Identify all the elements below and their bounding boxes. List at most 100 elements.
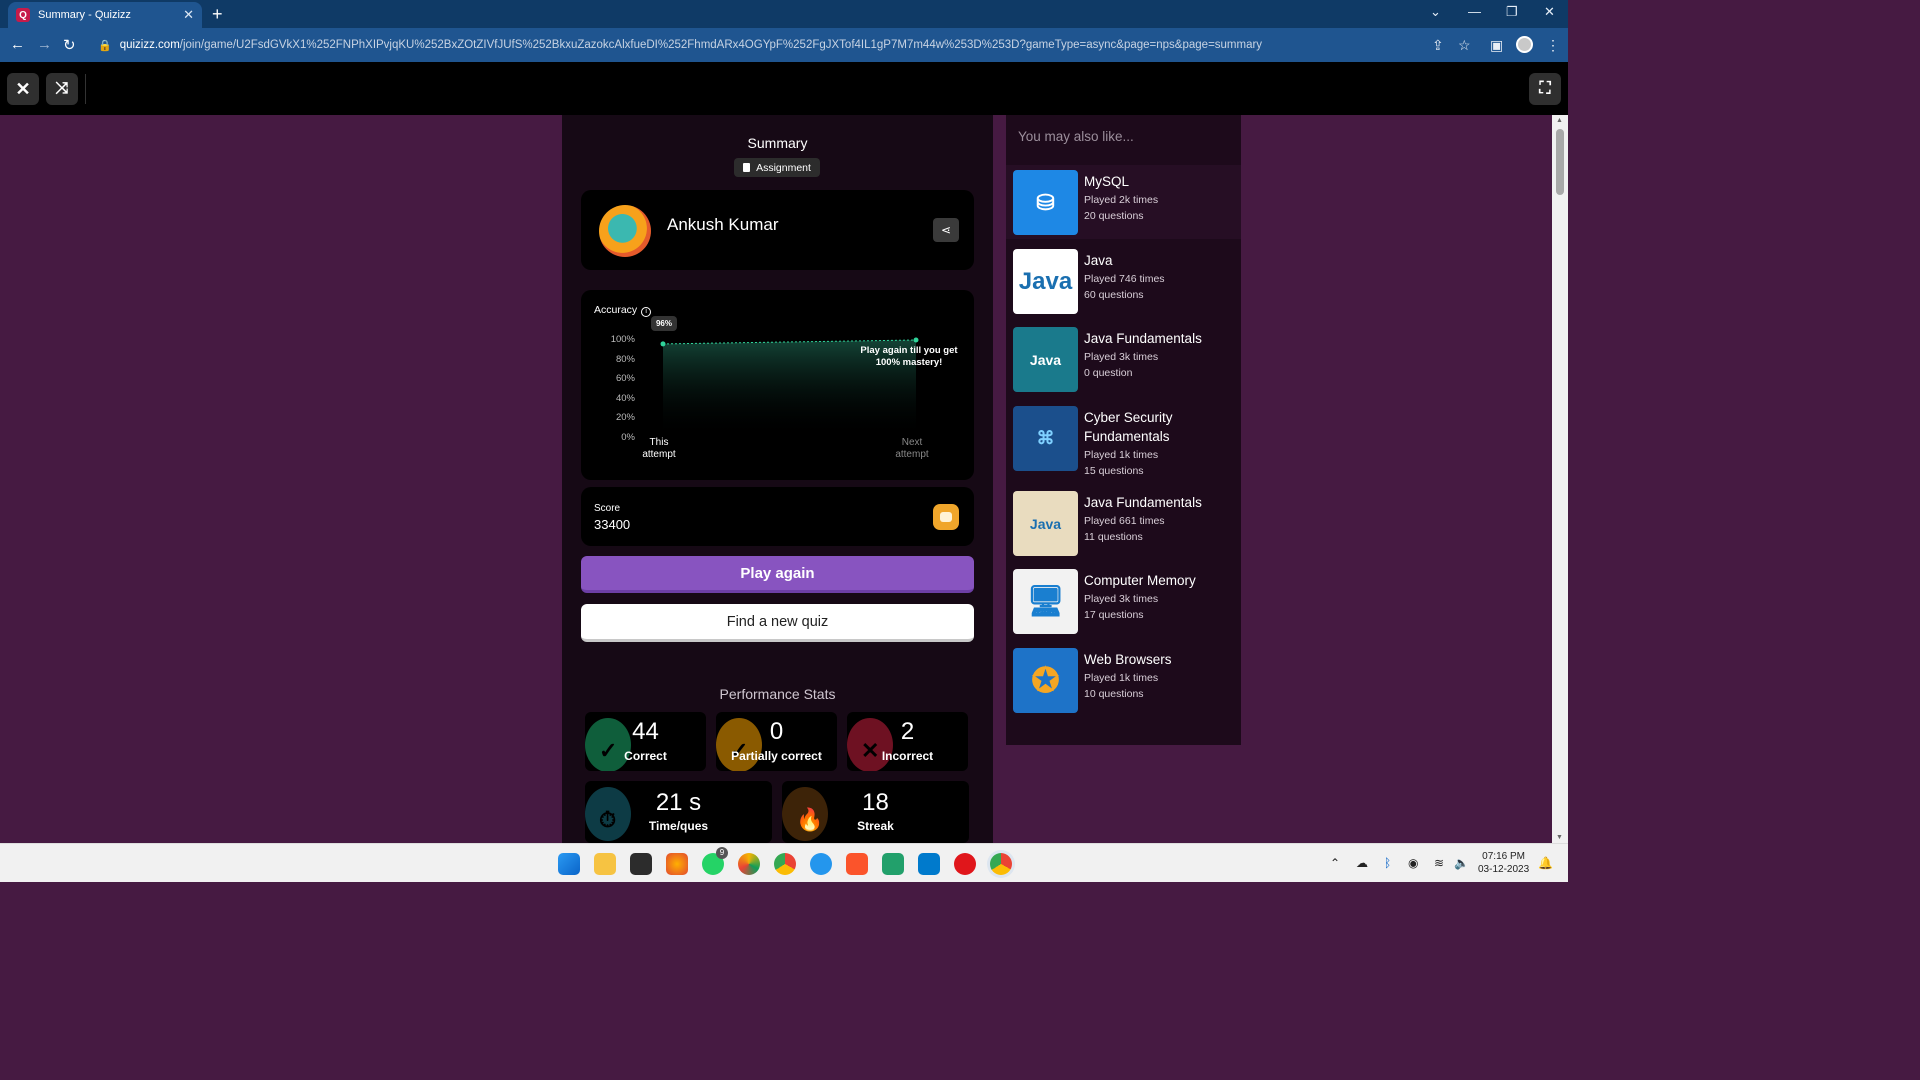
stat-correct: ✓ 44 Correct <box>585 712 706 771</box>
chrome-active-icon[interactable] <box>990 853 1012 875</box>
quiz-card-java[interactable]: Java Java Played 746 times 60 questions <box>1006 244 1241 318</box>
quiz-questions: 10 questions <box>1084 688 1144 700</box>
quiz-questions: 15 questions <box>1084 465 1144 477</box>
restore-icon[interactable]: ❐ <box>1506 4 1518 20</box>
x-label-next-attempt: Next attempt <box>895 437 929 460</box>
url-field[interactable]: 🔒 quizizz.com/join/game/U2FsdGVkX1%252FN… <box>98 34 1482 56</box>
terminal-icon[interactable] <box>630 853 652 875</box>
quiz-title: Java Fundamentals <box>1084 331 1202 346</box>
wifi-icon[interactable]: ≋ <box>1434 856 1444 870</box>
url-path: /join/game/U2FsdGVkX1%252FNPhXIPvjqKU%25… <box>179 39 1263 51</box>
sync-icon[interactable]: ☁ <box>1356 856 1368 870</box>
quiz-title: Java Fundamentals <box>1084 495 1202 510</box>
minimize-icon[interactable]: — <box>1468 4 1481 19</box>
reload-icon[interactable]: ↻ <box>63 36 76 54</box>
quiz-played: Played 1k times <box>1084 672 1159 684</box>
file-explorer-icon[interactable] <box>594 853 616 875</box>
stat-streak: 🔥 18 Streak <box>782 781 969 843</box>
chrome-canary-icon[interactable] <box>738 853 760 875</box>
performance-stats-title: Performance Stats <box>719 686 836 702</box>
quiz-questions: 60 questions <box>1084 289 1144 301</box>
firefox-icon[interactable] <box>666 853 688 875</box>
shuffle-icon[interactable]: ⤨ <box>46 73 78 105</box>
quiz-card-computer-memory[interactable]: 🖥 Computer Memory Played 3k times 17 que… <box>1006 564 1241 638</box>
scroll-up-icon[interactable]: ▲ <box>1556 117 1563 124</box>
quiz-played: Played 3k times <box>1084 351 1159 363</box>
coins-icon <box>933 504 959 530</box>
quiz-close-button[interactable]: ✕ <box>7 73 39 105</box>
scrollbar-thumb[interactable] <box>1556 129 1564 195</box>
quiz-title: Java <box>1084 253 1113 268</box>
stat-label: Time/ques <box>648 819 709 833</box>
vscode-icon[interactable] <box>918 853 940 875</box>
stat-label: Incorrect <box>881 749 934 763</box>
scroll-down-icon[interactable]: ▼ <box>1556 834 1563 841</box>
player-name: Ankush Kumar <box>667 215 779 234</box>
find-new-quiz-button[interactable]: Find a new quiz <box>581 604 974 642</box>
browser-menu-icon[interactable]: ⋮ <box>1546 37 1560 54</box>
score-card: Score 33400 <box>581 487 974 546</box>
database-icon: ⛁ <box>1013 170 1078 235</box>
stat-label: Partially correct <box>731 749 822 763</box>
stat-incorrect: ✕ 2 Incorrect <box>847 712 968 771</box>
quiz-card-java-fundamentals[interactable]: Java Java Fundamentals Played 3k times 0… <box>1006 322 1241 396</box>
quizizz-favicon-icon: Q <box>16 8 30 22</box>
profile-avatar-icon[interactable] <box>1516 36 1533 53</box>
quiz-card-cyber-security[interactable]: ⌘ Cyber Security Fundamentals Played 1k … <box>1006 401 1241 485</box>
quiz-played: Played 1k times <box>1084 449 1159 461</box>
tab-search-icon[interactable]: ⌄ <box>1430 4 1441 20</box>
share-page-icon[interactable]: ⇪ <box>1432 37 1444 54</box>
chrome-tray-icon[interactable]: ◉ <box>1408 856 1418 870</box>
share-icon: ⋖ <box>940 223 952 237</box>
play-again-button[interactable]: Play again <box>581 556 974 593</box>
browser-tab[interactable]: Q Summary - Quizizz ✕ <box>8 2 202 28</box>
windows-start-icon[interactable] <box>558 853 580 875</box>
clock-time: 07:16 PM <box>1482 851 1525 862</box>
stat-value: 44 <box>632 718 659 745</box>
stat-value: 2 <box>900 718 915 745</box>
brave-icon[interactable] <box>846 853 868 875</box>
quiz-played: Played 746 times <box>1084 273 1165 285</box>
volume-icon[interactable]: 🔈 <box>1454 856 1469 870</box>
tray-chevron-icon[interactable]: ⌃ <box>1330 856 1340 870</box>
quiz-title: Web Browsers <box>1084 652 1172 667</box>
opera-icon[interactable] <box>954 853 976 875</box>
close-tab-icon[interactable]: ✕ <box>183 7 194 23</box>
java-logo-icon: Java <box>1013 491 1078 556</box>
chrome-icon[interactable] <box>774 853 796 875</box>
lock-icon: 🔒 <box>98 39 112 52</box>
network-diagram-icon: ⌘ <box>1013 406 1078 471</box>
notification-badge: 9 <box>716 847 728 859</box>
notifications-icon[interactable]: 🔔 <box>1538 856 1553 870</box>
bookmark-star-icon[interactable]: ☆ <box>1458 37 1471 54</box>
bluetooth-icon[interactable]: ᛒ <box>1384 856 1391 870</box>
stat-partially-correct: ✓ 0 Partially correct <box>716 712 837 771</box>
share-button[interactable]: ⋖ <box>933 218 959 242</box>
score-label: Score <box>594 503 621 514</box>
docker-icon[interactable] <box>810 853 832 875</box>
whatsapp-icon[interactable]: 9 <box>702 847 728 875</box>
quiz-title: Computer Memory <box>1084 573 1196 588</box>
fullscreen-icon[interactable]: ⛶ <box>1529 73 1561 105</box>
new-tab-button[interactable]: + <box>212 4 223 25</box>
quiz-questions: 17 questions <box>1084 609 1144 621</box>
quiz-card-mysql[interactable]: ⛁ MySQL Played 2k times 20 questions <box>1006 165 1241 239</box>
quiz-played: Played 3k times <box>1084 593 1159 605</box>
toolbar-divider <box>85 74 86 104</box>
back-icon[interactable]: ← <box>10 36 25 53</box>
star-icon: ✪ <box>1013 648 1078 713</box>
vscode-insiders-icon[interactable] <box>882 853 904 875</box>
quiz-title: Cyber Security Fundamentals <box>1084 410 1173 444</box>
forward-icon[interactable]: → <box>37 36 52 53</box>
quiz-questions: 11 questions <box>1084 531 1143 543</box>
system-clock[interactable]: 07:16 PM 03-12-2023 <box>1478 850 1529 876</box>
side-panel-icon[interactable]: ▣ <box>1490 37 1503 54</box>
assignment-label: Assignment <box>756 161 811 174</box>
browser-tab-strip: Q Summary - Quizizz ✕ + ⌄ — ❐ ✕ <box>0 0 1568 28</box>
page-scrollbar[interactable]: ▲ ▼ <box>1552 115 1568 843</box>
quiz-card-web-browsers[interactable]: ✪ Web Browsers Played 1k times 10 questi… <box>1006 643 1241 717</box>
quiz-card-java-fundamentals-2[interactable]: Java Java Fundamentals Played 661 times … <box>1006 486 1241 560</box>
window-close-icon[interactable]: ✕ <box>1544 4 1555 20</box>
x-label-this-attempt: This attempt <box>642 437 676 460</box>
java-logo-icon: Java <box>1013 249 1078 314</box>
